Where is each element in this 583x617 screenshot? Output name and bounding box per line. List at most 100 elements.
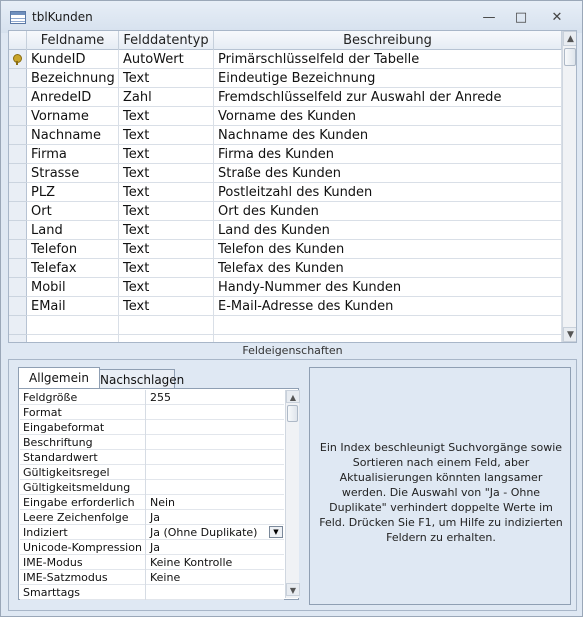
- property-row[interactable]: IME-Satzmodus Keine: [20, 570, 284, 585]
- property-value[interactable]: [147, 450, 284, 465]
- row-selector[interactable]: [9, 259, 27, 278]
- table-row[interactable]: KundeID AutoWert Primärschlüsselfeld der T…: [27, 50, 562, 69]
- table-row[interactable]: Land Text Land des Kunden: [27, 221, 562, 240]
- property-scroll-thumb[interactable]: [287, 405, 298, 422]
- field-description-cell[interactable]: [214, 335, 562, 342]
- scroll-down-icon[interactable]: ▼: [563, 327, 576, 342]
- row-selector[interactable]: [9, 145, 27, 164]
- field-type-cell[interactable]: AutoWert: [119, 50, 214, 69]
- field-name-cell[interactable]: AnredeID: [27, 88, 119, 107]
- property-row[interactable]: Indiziert Ja (Ohne Duplikate) ▼: [20, 525, 284, 540]
- property-value[interactable]: Ja: [147, 510, 284, 525]
- field-name-cell[interactable]: PLZ: [27, 183, 119, 202]
- field-type-cell[interactable]: Text: [119, 202, 214, 221]
- row-selector[interactable]: [9, 316, 27, 335]
- row-selector[interactable]: [9, 278, 27, 297]
- field-name-cell[interactable]: Vorname: [27, 107, 119, 126]
- field-description-cell[interactable]: Ort des Kunden: [214, 202, 562, 221]
- field-type-cell[interactable]: Text: [119, 221, 214, 240]
- field-description-cell[interactable]: Land des Kunden: [214, 221, 562, 240]
- property-row[interactable]: Eingabe erforderlich Nein: [20, 495, 284, 510]
- field-description-cell[interactable]: Handy-Nummer des Kunden: [214, 278, 562, 297]
- property-value[interactable]: Ja (Ohne Duplikate): [147, 525, 284, 540]
- header-feldname[interactable]: Feldname: [27, 31, 119, 50]
- property-row[interactable]: Gültigkeitsmeldung: [20, 480, 284, 495]
- row-selector[interactable]: [9, 335, 27, 342]
- property-scrollbar[interactable]: ▲ ▼: [285, 390, 300, 598]
- tab-allgemein[interactable]: Allgemein: [18, 367, 100, 389]
- table-row[interactable]: Ort Text Ort des Kunden: [27, 202, 562, 221]
- row-selector[interactable]: [9, 69, 27, 88]
- field-type-cell[interactable]: Text: [119, 278, 214, 297]
- property-row[interactable]: Format: [20, 405, 284, 420]
- property-value[interactable]: Keine: [147, 570, 284, 585]
- grid-scrollbar[interactable]: ▲ ▼: [562, 31, 576, 342]
- table-row[interactable]: Strasse Text Straße des Kunden: [27, 164, 562, 183]
- field-name-cell[interactable]: Strasse: [27, 164, 119, 183]
- row-selector[interactable]: [9, 202, 27, 221]
- field-name-cell[interactable]: Firma: [27, 145, 119, 164]
- field-type-cell[interactable]: Text: [119, 164, 214, 183]
- field-type-cell[interactable]: Text: [119, 69, 214, 88]
- field-type-cell[interactable]: Zahl: [119, 88, 214, 107]
- table-row[interactable]: Nachname Text Nachname des Kunden: [27, 126, 562, 145]
- property-value[interactable]: [147, 405, 284, 420]
- field-description-cell[interactable]: Eindeutige Bezeichnung: [214, 69, 562, 88]
- header-beschreibung[interactable]: Beschreibung: [214, 31, 562, 50]
- field-type-cell[interactable]: [119, 316, 214, 335]
- field-name-cell[interactable]: [27, 316, 119, 335]
- table-row[interactable]: [27, 316, 562, 335]
- field-name-cell[interactable]: Ort: [27, 202, 119, 221]
- field-description-cell[interactable]: [214, 316, 562, 335]
- field-description-cell[interactable]: Vorname des Kunden: [214, 107, 562, 126]
- field-name-cell[interactable]: Telefax: [27, 259, 119, 278]
- field-type-cell[interactable]: Text: [119, 126, 214, 145]
- field-type-cell[interactable]: Text: [119, 183, 214, 202]
- field-description-cell[interactable]: Telefon des Kunden: [214, 240, 562, 259]
- field-type-cell[interactable]: Text: [119, 107, 214, 126]
- field-name-cell[interactable]: [27, 335, 119, 342]
- tab-nachschlagen[interactable]: Nachschlagen: [99, 369, 184, 389]
- field-description-cell[interactable]: Fremdschlüsselfeld zur Auswahl der Anred…: [214, 88, 562, 107]
- field-name-cell[interactable]: Telefon: [27, 240, 119, 259]
- field-description-cell[interactable]: Primärschlüsselfeld der Tabelle: [214, 50, 562, 69]
- property-row[interactable]: Eingabeformat: [20, 420, 284, 435]
- field-description-cell[interactable]: Telefax des Kunden: [214, 259, 562, 278]
- property-value[interactable]: [147, 420, 284, 435]
- property-row[interactable]: Standardwert: [20, 450, 284, 465]
- close-button[interactable]: ✕: [545, 8, 569, 28]
- property-row[interactable]: Unicode-Kompression Ja: [20, 540, 284, 555]
- field-name-cell[interactable]: Nachname: [27, 126, 119, 145]
- property-value[interactable]: Ja: [147, 540, 284, 555]
- field-description-cell[interactable]: Postleitzahl des Kunden: [214, 183, 562, 202]
- row-selector[interactable]: [9, 164, 27, 183]
- field-name-cell[interactable]: Bezeichnung: [27, 69, 119, 88]
- table-row[interactable]: EMail Text E-Mail-Adresse des Kunden: [27, 297, 562, 316]
- row-selector[interactable]: [9, 221, 27, 240]
- field-grid[interactable]: Feldname Felddatentyp Beschreibung Kunde…: [8, 30, 577, 343]
- property-value[interactable]: [147, 465, 284, 480]
- maximize-button[interactable]: □: [509, 8, 533, 28]
- field-description-cell[interactable]: Firma des Kunden: [214, 145, 562, 164]
- table-row[interactable]: AnredeID Zahl Fremdschlüsselfeld zur Auswa…: [27, 88, 562, 107]
- field-type-cell[interactable]: Text: [119, 240, 214, 259]
- property-value[interactable]: Nein: [147, 495, 284, 510]
- field-type-cell[interactable]: [119, 335, 214, 342]
- field-type-cell[interactable]: Text: [119, 145, 214, 164]
- property-scroll-up-icon[interactable]: ▲: [286, 390, 300, 403]
- property-value[interactable]: Keine Kontrolle: [147, 555, 284, 570]
- field-name-cell[interactable]: EMail: [27, 297, 119, 316]
- scroll-thumb[interactable]: [564, 48, 576, 66]
- row-selector[interactable]: [9, 183, 27, 202]
- minimize-button[interactable]: —: [477, 8, 501, 28]
- property-value[interactable]: [147, 585, 284, 600]
- row-selector[interactable]: [9, 107, 27, 126]
- property-row[interactable]: Smarttags: [20, 585, 284, 600]
- table-row[interactable]: Telefon Text Telefon des Kunden: [27, 240, 562, 259]
- field-type-cell[interactable]: Text: [119, 297, 214, 316]
- row-selector[interactable]: [9, 50, 27, 69]
- table-row[interactable]: Bezeichnung Text Eindeutige Bezeichnung: [27, 69, 562, 88]
- property-row[interactable]: Feldgröße 255: [20, 390, 284, 405]
- table-row[interactable]: [27, 335, 562, 342]
- row-selector[interactable]: [9, 88, 27, 107]
